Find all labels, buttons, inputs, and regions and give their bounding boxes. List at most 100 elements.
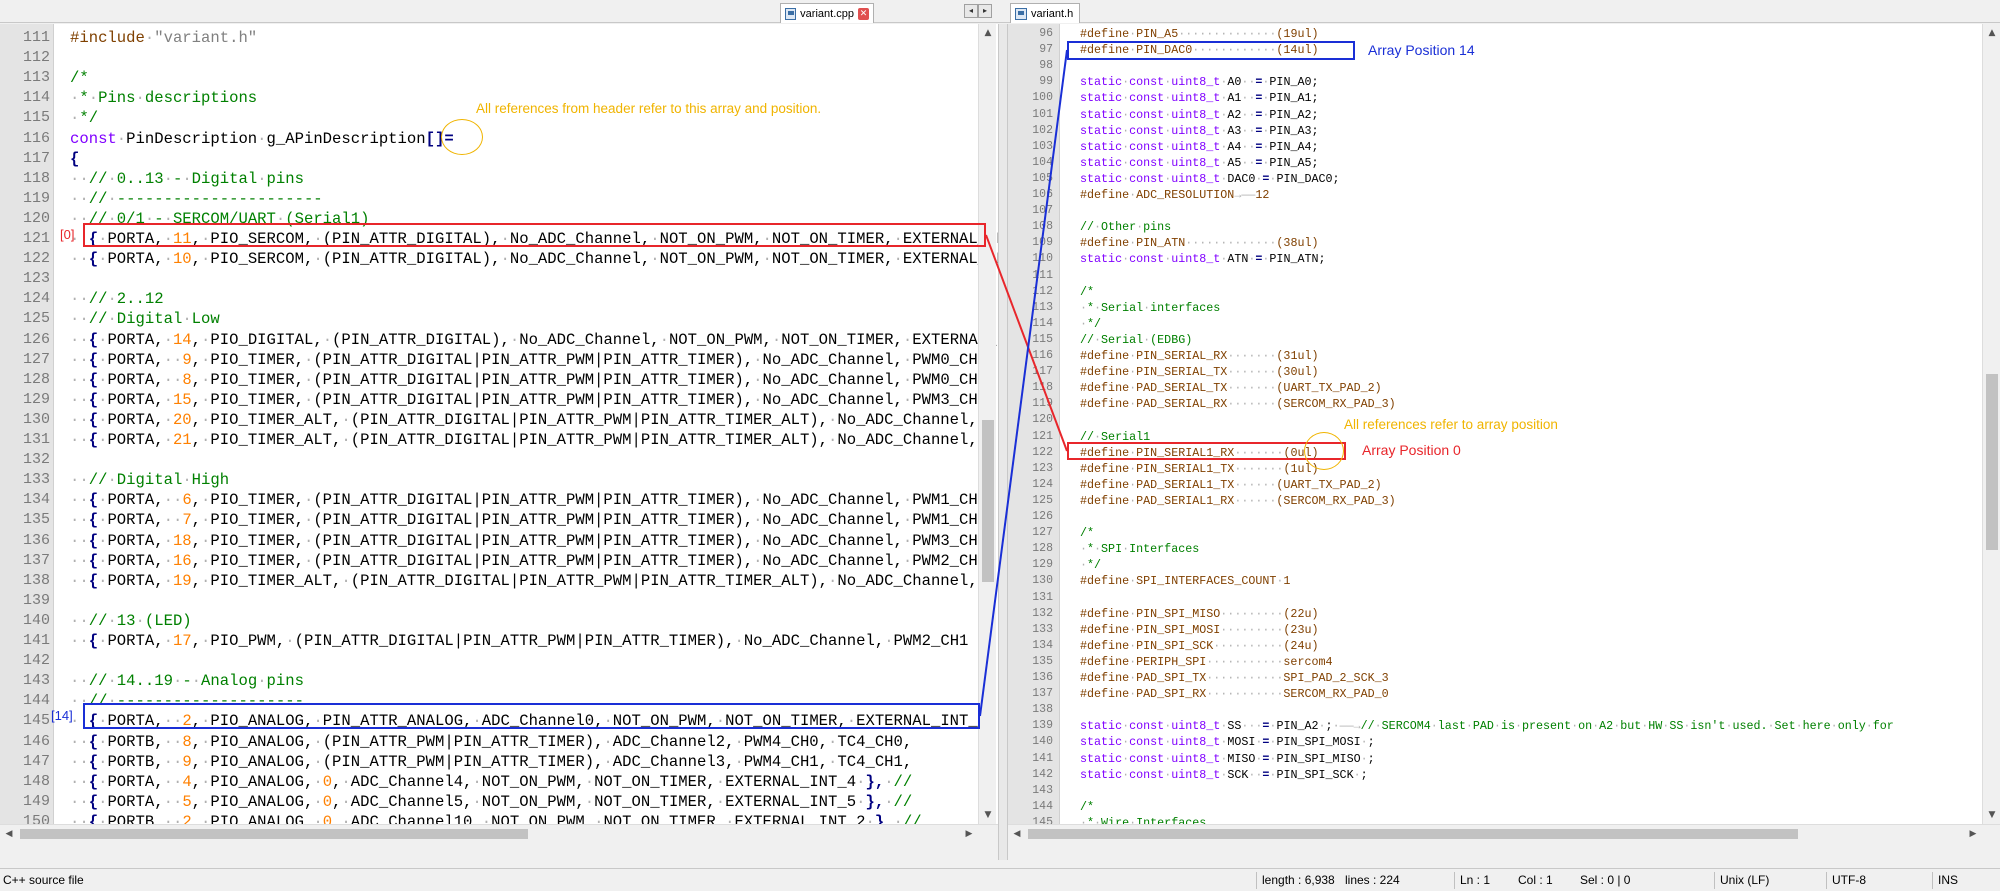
code-line[interactable]: 148 ··{·PORTA,··4,·PIO_ANALOG,·0,·ADC_Cha… (0, 772, 998, 792)
code-token: uint8_t (1171, 75, 1221, 90)
code-line[interactable]: 140 ··//·13·(LED) (0, 611, 998, 631)
code-token: · (191, 672, 202, 691)
code-line[interactable]: 146 ··{·PORTB,··8,·PIO_ANALOG,·(PIN_ATTR_… (0, 732, 998, 752)
code-token: · (500, 250, 510, 269)
tab-variant-h[interactable]: variant.h (1010, 3, 1080, 23)
code-token: */ (79, 109, 99, 128)
code-line[interactable]: 118 ··//·0..13·-·Digital·pins (0, 169, 998, 189)
code-line[interactable]: 134 ··{·PORTA,··6,·PIO_TIMER,·(PIN_ATTR_D… (0, 490, 998, 510)
code-line[interactable]: 112 (0, 48, 998, 68)
code-line[interactable]: 135 ··{·PORTA,··7,·PIO_TIMER,·(PIN_ATTR_D… (0, 510, 998, 530)
code-token: · (509, 330, 520, 349)
code-token: uint8_t (1171, 735, 1221, 750)
code-line[interactable]: 132 (0, 450, 998, 470)
scroll-right-arrow[interactable]: ▶ (1964, 825, 1982, 842)
scroll-thumb[interactable] (1028, 829, 1798, 839)
scroll-left-arrow[interactable]: ◀ (0, 825, 18, 842)
code-line[interactable]: 122 ··{·PORTA,·10,·PIO_SERCOM,·(PIN_ATTR_… (0, 249, 998, 269)
code-token: (19ul) (1276, 27, 1319, 41)
code-token: const (1129, 155, 1165, 170)
code-token: 0 (322, 772, 333, 791)
code-line[interactable]: 136 ··{·PORTA,·18,·PIO_TIMER,·(PIN_ATTR_D… (0, 531, 998, 551)
scroll-down-arrow[interactable]: ▼ (1983, 806, 2000, 824)
code-text: ··{·PORTA,··4,·PIO_ANALOG,·0,·ADC_Channe… (70, 772, 912, 792)
scroll-down-arrow[interactable]: ▼ (979, 806, 997, 824)
code-token: A4 (1227, 139, 1242, 154)
vertical-scrollbar[interactable]: ▲ ▼ (978, 24, 996, 824)
code-token: ADC_Channel2, (612, 732, 735, 751)
code-text: ··{·PORTA,··7,·PIO_TIMER,·(PIN_ATTR_DIGI… (70, 510, 987, 530)
code-line[interactable]: 139 (0, 591, 998, 611)
code-line[interactable]: 125 ··//·Digital·Low (0, 309, 998, 329)
code-line[interactable]: 123 (0, 269, 998, 289)
scroll-thumb[interactable] (1986, 374, 1998, 550)
code-text: #define·PIN_SPI_MOSI·········(23u) (1080, 622, 1319, 638)
code-line[interactable]: 116 const·PinDescription·g_APinDescriptio… (0, 129, 998, 149)
code-text: #define·PAD_SERIAL1_RX······(SERCOM_RX_P… (1080, 493, 1396, 509)
vertical-scrollbar[interactable]: ▲ ▼ (1982, 24, 2000, 824)
code-line[interactable]: 117 { (0, 149, 998, 169)
code-token: Low (191, 310, 220, 329)
code-text: #define·PIN_SERIAL_TX·······(30ul) (1080, 364, 1319, 380)
code-line[interactable]: 138 ··{·PORTA,·19,·PIO_TIMER_ALT,·(PIN_AT… (0, 571, 998, 591)
code-text: ··{·PORTA,··6,·PIO_TIMER,·(PIN_ATTR_DIGI… (70, 490, 987, 510)
scroll-thumb[interactable] (20, 829, 528, 839)
scroll-up-arrow[interactable]: ▲ (1983, 24, 2000, 42)
line-number: 127 (1032, 526, 1053, 540)
code-token: static (1080, 139, 1123, 154)
scroll-right-arrow[interactable]: ▶ (960, 825, 978, 842)
code-line[interactable]: 127 ··{·PORTA,··9,·PIO_TIMER,·(PIN_ATTR_D… (0, 350, 998, 370)
code-token: No_ADC_Channel, (837, 571, 978, 590)
right-editor[interactable]: 96 #define·PIN_A5··············(19ul) 97 #d… (1008, 24, 2000, 842)
code-line[interactable]: 133 ··//·Digital·High (0, 470, 998, 490)
code-token: · (201, 390, 211, 409)
encoding-label[interactable]: UTF-8 (1832, 873, 1866, 887)
close-icon[interactable]: ✕ (857, 7, 869, 20)
scroll-thumb[interactable] (982, 420, 994, 582)
code-line[interactable]: 128 ··{·PORTA,··8,·PIO_TIMER,·(PIN_ATTR_D… (0, 370, 998, 390)
code-line[interactable]: 113 /* (0, 68, 998, 88)
code-line[interactable]: 124 ··//·2..12 (0, 289, 998, 309)
code-token: · (902, 370, 913, 389)
code-token: ·· (163, 350, 183, 369)
scroll-left-arrow[interactable]: ◀ (1008, 825, 1026, 842)
code-token: PORTB, (107, 752, 164, 771)
code-line[interactable]: 137 ··{·PORTA,·16,·PIO_TIMER,·(PIN_ATTR_D… (0, 551, 998, 571)
code-token: High (191, 471, 230, 490)
code-text: static·const·uint8_t·SCK··=·PIN_SPI_SCK·… (1080, 767, 1368, 783)
code-line[interactable]: 129 ··{·PORTA,·15,·PIO_TIMER,·(PIN_ATTR_D… (0, 390, 998, 410)
line-number: 137 (1032, 687, 1053, 701)
pane-splitter[interactable] (998, 24, 1008, 860)
tab-variant-cpp[interactable]: variant.cpp ✕ (780, 3, 874, 23)
scroll-up-arrow[interactable]: ▲ (979, 24, 997, 42)
code-token: PWM3_CH0 (912, 531, 988, 550)
code-token: static (1080, 767, 1123, 782)
code-line[interactable]: 141 ··{·PORTA,·17,·PIO_PWM,·(PIN_ATTR_DIG… (0, 631, 998, 651)
code-token: - (182, 672, 192, 691)
code-line[interactable]: 142 (0, 651, 998, 671)
code-token: No_ADC_Channel, (762, 491, 903, 510)
code-token: · (341, 431, 351, 449)
code-line[interactable]: 147 ··{·PORTB,··9,·PIO_ANALOG,·(PIN_ATTR_… (0, 752, 998, 772)
code-token: ·· (163, 752, 183, 771)
eol-label[interactable]: Unix (LF) (1720, 873, 1769, 887)
code-token: No_ADC_Channel, (509, 250, 651, 269)
code-line[interactable]: 143 ··//·14..19·-·Analog·pins (0, 671, 998, 691)
horizontal-scrollbar[interactable]: ◀ ▶ (0, 824, 998, 842)
code-line[interactable]: 111 #include·"variant.h" (0, 28, 998, 48)
code-token: EXTERNAL_INT_5 (725, 792, 857, 811)
insert-mode-label[interactable]: INS (1938, 873, 1958, 887)
tab-scroll-right-button[interactable]: ▸ (978, 4, 992, 18)
code-line[interactable]: 119 ··//·---------------------- (0, 189, 998, 209)
code-token: · (650, 250, 660, 269)
code-line[interactable]: 149 ··{·PORTA,··5,·PIO_ANALOG,·0,·ADC_Cha… (0, 792, 998, 812)
code-line[interactable]: 130 ··{·PORTA,·20,·PIO_TIMER_ALT,·(PIN_AT… (0, 410, 998, 430)
horizontal-scrollbar[interactable]: ◀ ▶ (1008, 824, 2000, 842)
code-token: PIO_TIMER, (210, 531, 304, 550)
code-line[interactable]: 131 ··{·PORTA,·21,·PIO_TIMER_ALT,·(PIN_AT… (0, 430, 998, 450)
code-token: uint8_t (1171, 767, 1221, 782)
code-line[interactable]: 126 ··{·PORTA,·14,·PIO_DIGITAL,·(PIN_ATTR… (0, 330, 998, 350)
tab-scroll-left-button[interactable]: ◂ (964, 4, 978, 18)
code-token: g_APinDescription (266, 129, 426, 148)
code-text: #define·SPI_INTERFACES_COUNT·1 (1080, 573, 1290, 589)
